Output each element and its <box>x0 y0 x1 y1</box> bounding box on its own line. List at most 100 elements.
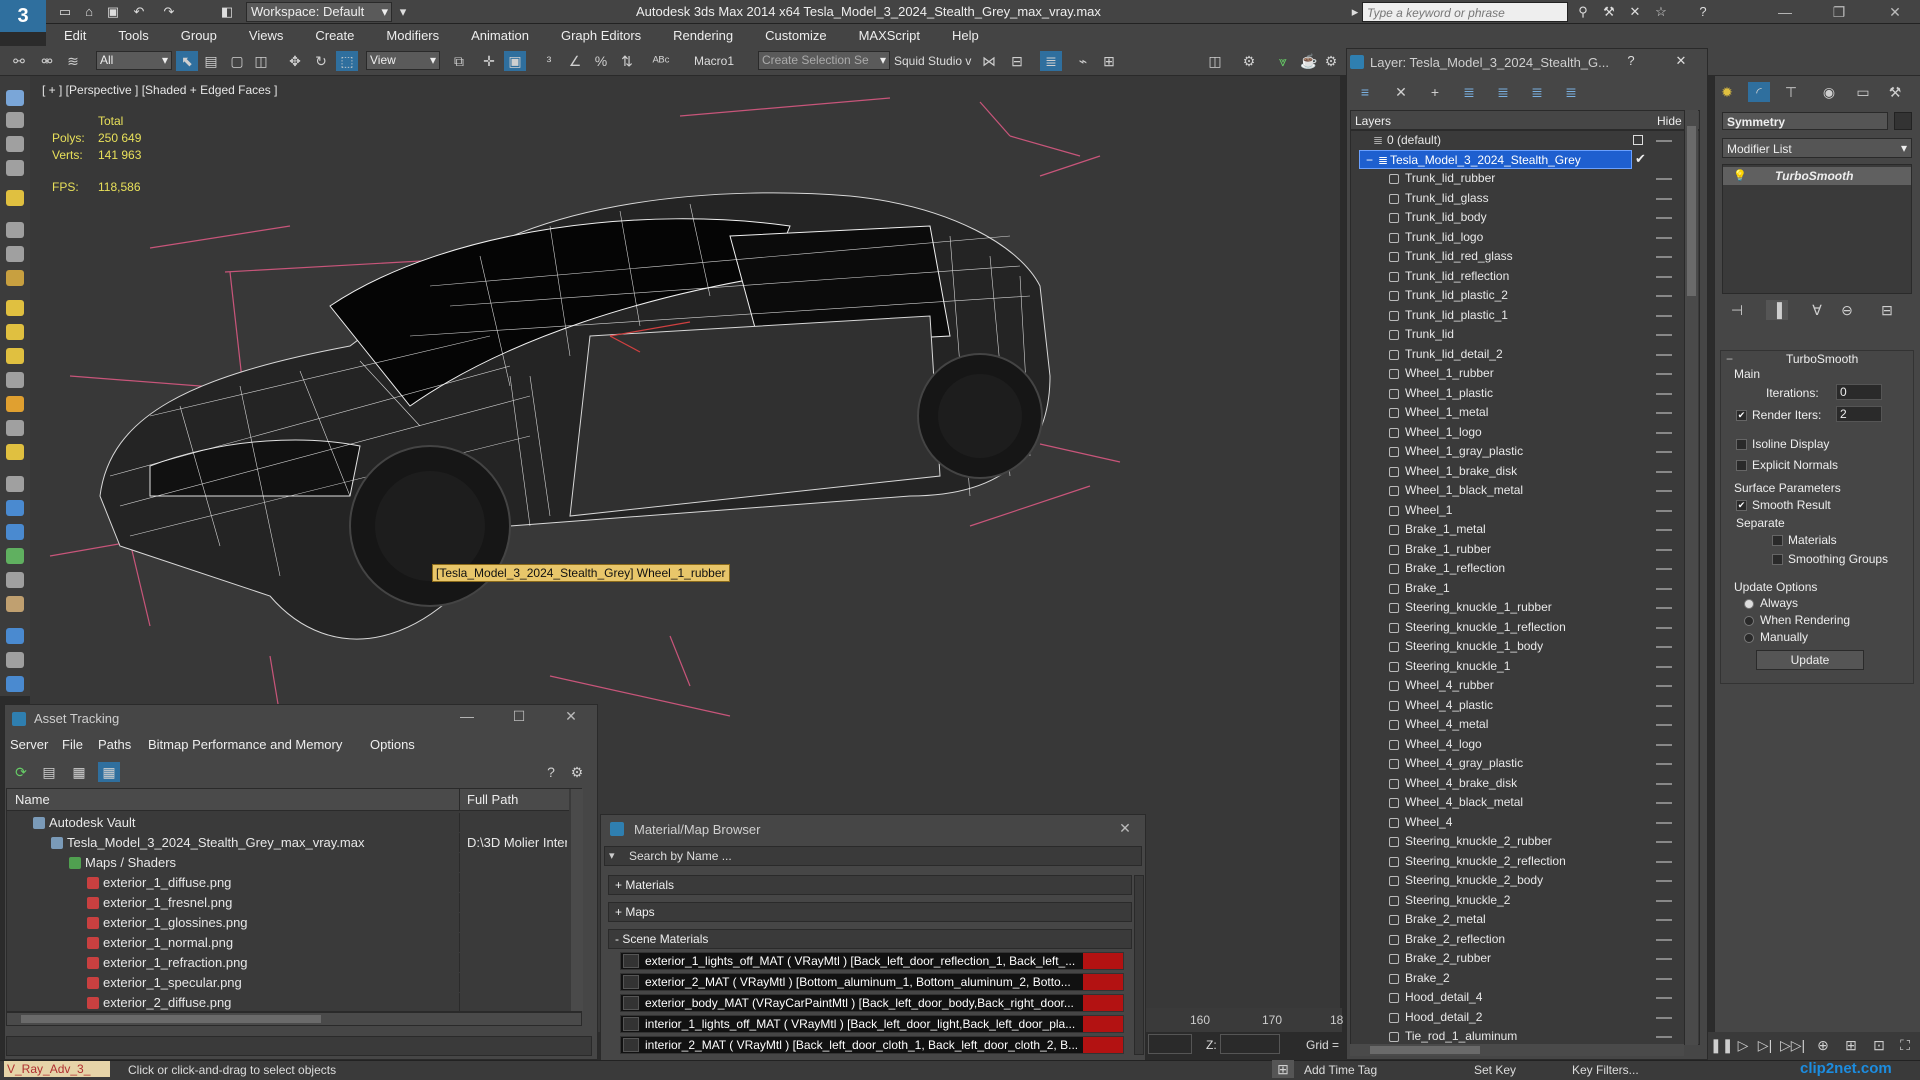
shapes-icon[interactable] <box>6 270 24 286</box>
play-icon[interactable]: ▷ <box>1732 1035 1754 1055</box>
scene-material-item[interactable]: interior_2_MAT ( VRayMtl ) [Back_left_do… <box>620 1036 1124 1054</box>
object-name-field[interactable]: Symmetry <box>1722 112 1888 130</box>
hide-toggle[interactable] <box>1656 451 1672 453</box>
hide-toggle[interactable] <box>1656 1036 1672 1038</box>
material-browser-close-button[interactable]: ✕ <box>1112 818 1138 838</box>
layer-vertical-scrollbar[interactable] <box>1684 110 1698 1045</box>
hide-toggle[interactable] <box>1656 997 1672 999</box>
maximize-viewport-icon[interactable]: ⛶ <box>1894 1035 1916 1055</box>
hide-toggle[interactable] <box>1656 919 1672 921</box>
subscription-icon[interactable]: ⚒ <box>1600 3 1618 21</box>
add-time-tag-button[interactable]: Add Time Tag <box>1304 1063 1377 1077</box>
pause-icon[interactable]: ❚❚ <box>1710 1035 1733 1055</box>
hide-toggle[interactable] <box>1656 665 1672 668</box>
menu-maxscript[interactable]: MAXScript <box>859 28 920 43</box>
select-layer-icon[interactable]: ≣ <box>1492 82 1514 102</box>
layer-object-row[interactable]: Wheel_1_logo <box>1351 423 1686 442</box>
unlink-icon[interactable]: ⚮ <box>36 51 58 71</box>
mirror-icon[interactable]: ⋈ <box>978 51 1000 71</box>
menu-customize[interactable]: Customize <box>765 28 826 43</box>
next-frame-icon[interactable]: ▷| <box>1754 1035 1776 1055</box>
show-end-result-icon[interactable]: ▐ <box>1766 300 1788 320</box>
materials-section[interactable]: + Materials <box>608 875 1132 895</box>
layer-object-row[interactable]: Steering_knuckle_1_rubber <box>1351 598 1686 617</box>
cone-icon[interactable] <box>6 348 24 364</box>
layer-object-row[interactable]: Wheel_1_gray_plastic <box>1351 442 1686 461</box>
create-layer-icon[interactable]: + <box>1424 82 1446 102</box>
create-geometry-icon[interactable] <box>6 90 24 106</box>
hide-toggle[interactable] <box>1656 353 1672 356</box>
maps-section[interactable]: + Maps <box>608 902 1132 922</box>
make-unique-icon[interactable]: ∀ <box>1806 300 1828 320</box>
close-button[interactable]: ✕ <box>1880 2 1910 22</box>
layer-object-row[interactable]: Steering_knuckle_2_body <box>1351 871 1686 890</box>
hide-toggle[interactable] <box>1656 334 1672 336</box>
layer-object-row[interactable]: Brake_2_reflection <box>1351 930 1686 949</box>
list-view-icon[interactable]: ▤ <box>38 762 60 782</box>
hide-toggle[interactable] <box>1656 977 1672 980</box>
hide-toggle[interactable] <box>1656 841 1672 843</box>
materials-checkbox[interactable]: Materials <box>1772 533 1837 547</box>
hide-toggle[interactable] <box>1656 509 1672 512</box>
scale-icon[interactable]: ⬚ <box>336 51 358 71</box>
viewport-label[interactable]: [ + ] [Perspective ] [Shaded + Edged Fac… <box>42 83 277 97</box>
zoom-extents-icon[interactable]: ⊕ <box>1812 1035 1834 1055</box>
minimize-button[interactable]: — <box>1770 2 1800 22</box>
zoom-icon[interactable] <box>6 628 24 644</box>
hide-toggle[interactable] <box>1656 821 1672 824</box>
motion-tab-icon[interactable]: ◉ <box>1818 82 1840 102</box>
move-icon[interactable]: ✥ <box>284 51 306 71</box>
checkmark-icon[interactable]: ✔ <box>1635 151 1646 167</box>
pan-icon[interactable] <box>6 652 24 668</box>
favorites-star-icon[interactable]: ☆ <box>1652 3 1670 21</box>
sun-icon[interactable] <box>6 444 24 460</box>
hide-toggle[interactable] <box>1656 724 1672 726</box>
hide-toggle[interactable] <box>1656 704 1672 707</box>
help-search-input[interactable]: Type a keyword or phrase <box>1362 2 1568 22</box>
layer-object-row[interactable]: Trunk_lid_reflection <box>1351 267 1686 286</box>
hide-toggle[interactable] <box>1656 607 1672 609</box>
hide-toggle[interactable] <box>1656 568 1672 570</box>
layer-object-row[interactable]: Trunk_lid <box>1351 325 1686 344</box>
edit-named-sets-icon[interactable]: ᴬᴮᶜ <box>650 51 672 71</box>
project-folder-icon[interactable]: ◧ <box>218 3 236 21</box>
asset-row[interactable]: exterior_1_fresnel.png <box>7 893 569 912</box>
hide-toggle[interactable] <box>1656 587 1672 590</box>
percent-snap-icon[interactable]: % <box>590 51 612 71</box>
layer-object-row[interactable]: Trunk_lid_plastic_2 <box>1351 286 1686 305</box>
always-radio[interactable]: Always <box>1744 596 1798 610</box>
menu-rendering[interactable]: Rendering <box>673 28 733 43</box>
teapot-icon[interactable] <box>6 324 24 340</box>
hide-toggle[interactable] <box>1656 373 1672 375</box>
hide-toggle[interactable] <box>1656 938 1672 941</box>
hierarchy-tab-icon[interactable]: ⊤ <box>1780 82 1802 102</box>
redo-icon[interactable]: ↷ <box>160 3 178 21</box>
remove-modifier-icon[interactable]: ⊖ <box>1836 300 1858 320</box>
lightbulb-icon[interactable]: 💡 <box>1733 169 1747 182</box>
align-icon[interactable]: ⊟ <box>1006 51 1028 71</box>
macro-label[interactable]: Macro1 <box>694 54 734 68</box>
object-color-swatch[interactable] <box>1894 112 1912 130</box>
layer-explorer-icon[interactable]: ≣ <box>1040 51 1062 71</box>
asset-horizontal-scrollbar[interactable] <box>6 1012 582 1026</box>
layer-object-row[interactable]: Brake_2_rubber <box>1351 949 1686 968</box>
asset-row[interactable]: exterior_1_normal.png <box>7 933 569 952</box>
go-to-end-icon[interactable]: ▷▷| <box>1780 1035 1805 1055</box>
render-production-icon[interactable]: ☕ <box>1298 51 1320 71</box>
layer-close-button[interactable]: ✕ <box>1672 52 1690 70</box>
hide-toggle[interactable] <box>1656 802 1672 804</box>
pin-stack-icon[interactable]: ⊣ <box>1726 300 1748 320</box>
asset-row[interactable]: Tesla_Model_3_2024_Stealth_Grey_max_vray… <box>7 833 569 852</box>
asset-row[interactable]: exterior_2_diffuse.png <box>7 993 569 1012</box>
display-tab-icon[interactable]: ▭ <box>1852 82 1874 102</box>
isoline-display-checkbox[interactable]: Isoline Display <box>1736 437 1829 451</box>
hide-toggle[interactable] <box>1656 140 1672 142</box>
asset-menu-file[interactable]: File <box>62 737 83 752</box>
menu-views[interactable]: Views <box>249 28 283 43</box>
iterations-spinner[interactable]: 0 <box>1836 384 1882 400</box>
menu-edit[interactable]: Edit <box>64 28 86 43</box>
foliage-icon[interactable] <box>6 548 24 564</box>
hide-toggle[interactable] <box>1656 958 1672 960</box>
layer-object-row[interactable]: Trunk_lid_glass <box>1351 189 1686 208</box>
sphere-icon[interactable] <box>6 136 24 152</box>
